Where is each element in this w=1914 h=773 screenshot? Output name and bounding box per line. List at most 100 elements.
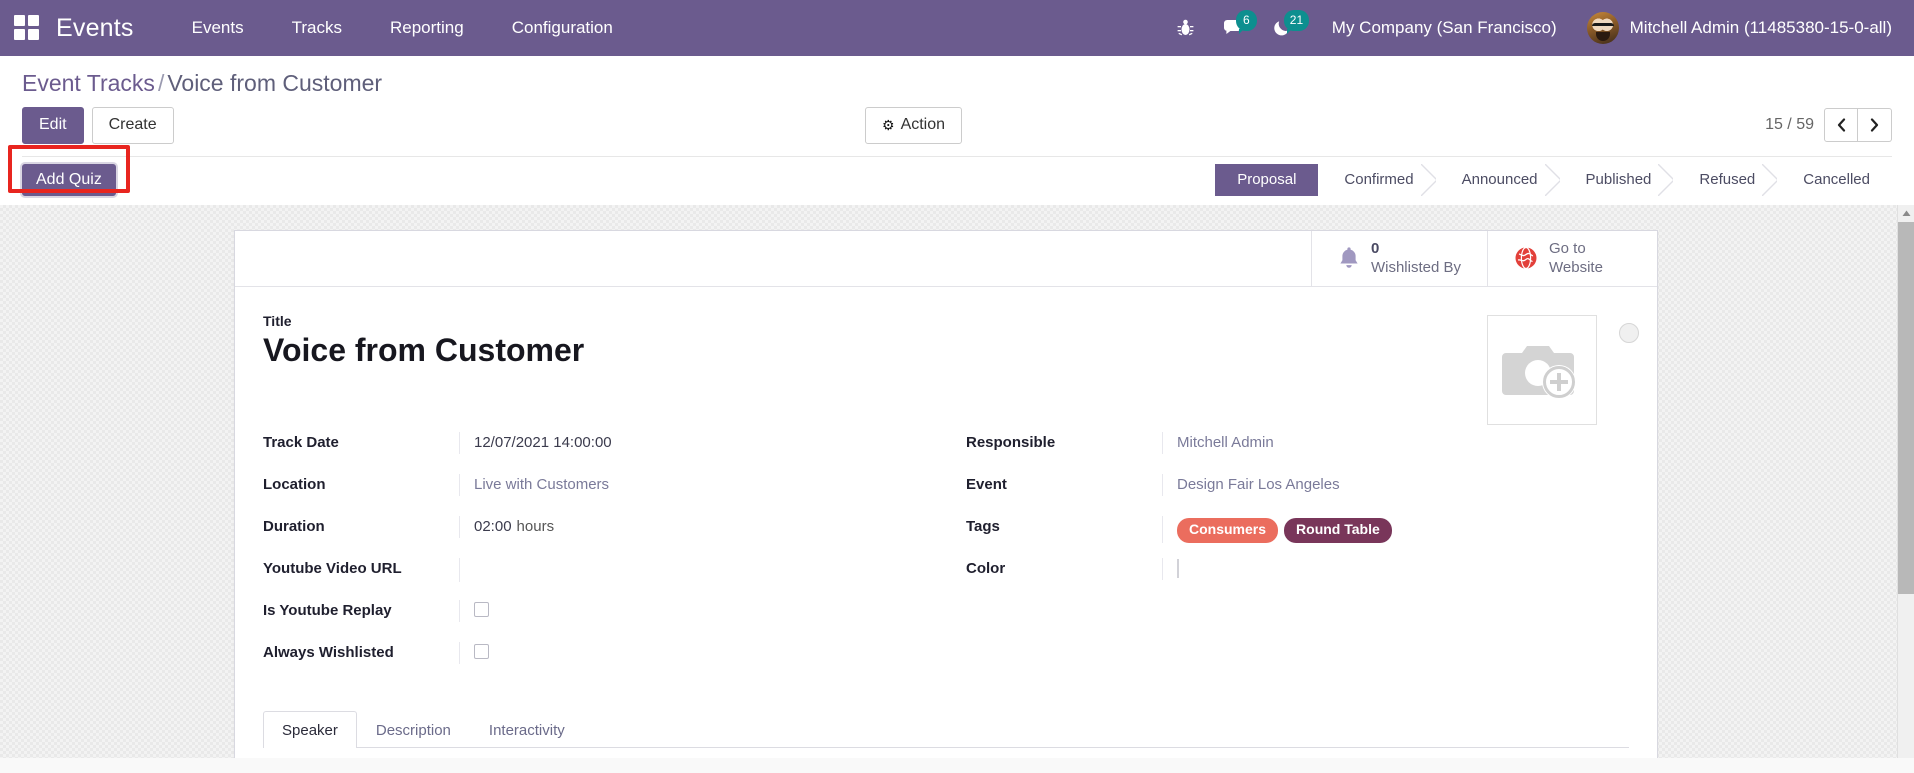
breadcrumb-row: Event Tracks / Voice from Customer	[22, 56, 1892, 99]
stage-arrow-icon	[1303, 163, 1320, 196]
menu-item-tracks[interactable]: Tracks	[268, 10, 366, 46]
breadcrumb-root[interactable]: Event Tracks	[22, 70, 155, 96]
stage-cancelled[interactable]: Cancelled	[1777, 163, 1892, 196]
field-always-wishlisted: Always Wishlisted	[263, 637, 946, 679]
main-menu: Events Tracks Reporting Configuration	[168, 10, 637, 46]
stat-button-text: 0 Wishlisted By	[1371, 239, 1461, 278]
buttons-row: Edit Create ⚙ Action 15 / 59	[22, 99, 1892, 156]
field-is-youtube-replay: Is Youtube Replay	[263, 595, 946, 637]
field-label-duration: Duration	[263, 518, 325, 536]
action-button[interactable]: ⚙ Action	[865, 106, 963, 144]
tab-speaker[interactable]: Speaker	[263, 711, 357, 749]
field-label-tags: Tags	[966, 518, 1000, 536]
apps-grid-icon[interactable]	[14, 15, 40, 41]
field-label-youtube-video-url: Youtube Video URL	[263, 560, 402, 578]
tag-consumers[interactable]: Consumers	[1177, 518, 1279, 543]
field-value-youtube-video-url[interactable]	[459, 558, 946, 583]
field-label-always-wishlisted: Always Wishlisted	[263, 644, 394, 662]
stat-button-box: 0 Wishlisted By Go to Website	[235, 230, 1657, 287]
scrollbar-thumb[interactable]	[1898, 221, 1914, 594]
field-value-is-youtube-replay	[459, 600, 946, 623]
menu-item-events[interactable]: Events	[168, 10, 268, 46]
app-brand-events[interactable]: Events	[56, 14, 134, 43]
field-columns: Track Date 12/07/2021 14:00:00 Location …	[263, 427, 1629, 695]
add-quiz-button[interactable]: Add Quiz	[22, 163, 116, 196]
wishlisted-count: 0	[1370, 239, 1380, 257]
duration-value: 02:00	[474, 518, 512, 536]
navbar-right: 6 21 My Company (San Francisco) Mitchell…	[1162, 8, 1892, 48]
go-to-website-label-line1: Go to	[1549, 239, 1586, 257]
field-responsible: Responsible Mitchell Admin	[966, 427, 1629, 469]
field-tags: Tags Consumers Round Table	[966, 511, 1629, 553]
tab-description[interactable]: Description	[357, 711, 470, 748]
stage-confirmed-label: Confirmed	[1344, 171, 1414, 189]
page-title[interactable]: Voice from Customer	[263, 331, 1629, 369]
pager-next-button[interactable]	[1858, 108, 1892, 143]
globe-icon	[1514, 246, 1538, 270]
scroll-up-arrow-icon[interactable]	[1898, 204, 1914, 222]
field-value-track-date[interactable]: 12/07/2021 14:00:00	[459, 432, 946, 455]
create-button[interactable]: Create	[91, 107, 174, 144]
activities-icon[interactable]: 21	[1258, 8, 1310, 48]
color-swatch[interactable]	[1177, 559, 1179, 579]
control-panel: Event Tracks / Voice from Customer Edit Cr…	[0, 56, 1914, 205]
field-label-color: Color	[966, 560, 1006, 578]
messages-badge: 6	[1235, 10, 1257, 34]
stage-proposal[interactable]: Proposal	[1215, 163, 1320, 196]
messages-icon[interactable]: 6	[1210, 8, 1258, 48]
stat-button-wishlisted-by[interactable]: 0 Wishlisted By	[1310, 230, 1487, 286]
tag-list: Consumers Round Table	[1177, 518, 1629, 543]
sheet-body: Title Voice from Customer Track Date 12/…	[235, 287, 1657, 749]
field-value-tags: Consumers Round Table	[1162, 516, 1629, 543]
stage-refused-label: Refused	[1699, 171, 1756, 189]
menu-item-reporting[interactable]: Reporting	[366, 10, 488, 46]
user-menu[interactable]: Mitchell Admin (11485380-15-0-all)	[1579, 12, 1892, 44]
stage-published[interactable]: Published	[1559, 163, 1675, 196]
bug-icon[interactable]	[1162, 8, 1210, 48]
field-label-responsible: Responsible	[966, 434, 1056, 452]
field-value-event[interactable]: Design Fair Los Angeles	[1162, 474, 1629, 497]
wishlisted-label: Wishlisted By	[1370, 259, 1461, 277]
field-label-is-youtube-replay: Is Youtube Replay	[263, 602, 392, 620]
stage-arrow-icon	[1544, 163, 1561, 196]
title-field-label: Title	[263, 312, 292, 329]
stage-proposal-label: Proposal	[1237, 171, 1297, 189]
field-value-duration[interactable]: 02:00 hours	[459, 516, 946, 539]
color-picker-dot[interactable]	[1619, 322, 1639, 343]
camera-add-icon[interactable]	[1487, 314, 1597, 425]
checkbox-always-wishlisted[interactable]	[474, 644, 489, 660]
gear-icon: ⚙	[882, 117, 895, 134]
stage-announced[interactable]: Announced	[1435, 163, 1561, 196]
edit-button[interactable]: Edit	[22, 107, 84, 144]
pager-count: 15 / 59	[1765, 116, 1814, 134]
stage-refused[interactable]: Refused	[1673, 163, 1779, 196]
field-label-location: Location	[263, 476, 326, 494]
stage-arrow-icon	[1658, 163, 1675, 196]
vertical-scrollbar[interactable]	[1897, 204, 1914, 758]
checkbox-is-youtube-replay[interactable]	[474, 602, 489, 618]
breadcrumb-current: Voice from Customer	[167, 70, 383, 96]
field-value-responsible[interactable]: Mitchell Admin	[1162, 432, 1629, 455]
tag-round-table[interactable]: Round Table	[1284, 518, 1392, 543]
right-field-column: Responsible Mitchell Admin Event Design …	[946, 427, 1629, 679]
company-switcher[interactable]: My Company (San Francisco)	[1306, 18, 1579, 38]
tab-interactivity[interactable]: Interactivity	[470, 711, 584, 748]
field-youtube-video-url: Youtube Video URL	[263, 553, 946, 595]
left-field-column: Track Date 12/07/2021 14:00:00 Location …	[263, 427, 946, 679]
field-duration: Duration 02:00 hours	[263, 511, 946, 553]
user-name: Mitchell Admin (11485380-15-0-all)	[1629, 18, 1892, 37]
stage-announced-label: Announced	[1461, 171, 1538, 189]
stat-button-go-to-website[interactable]: Go to Website	[1487, 230, 1657, 286]
stage-confirmed[interactable]: Confirmed	[1318, 163, 1437, 196]
menu-item-configuration[interactable]: Configuration	[488, 10, 637, 46]
pager-previous-button[interactable]	[1824, 108, 1858, 143]
record-sheet: 0 Wishlisted By Go to Website Title Voic…	[234, 229, 1658, 758]
stage-arrow-icon	[1420, 163, 1437, 196]
field-value-location[interactable]: Live with Customers	[459, 474, 946, 497]
bell-icon	[1338, 246, 1360, 270]
status-row: Add Quiz Proposal Confirmed Announced Pu…	[8, 144, 1892, 205]
statusbar: Proposal Confirmed Announced Published R…	[1215, 163, 1892, 196]
stage-arrow-icon	[1762, 163, 1779, 196]
action-button-label: Action	[900, 115, 946, 133]
stage-published-label: Published	[1585, 171, 1652, 189]
